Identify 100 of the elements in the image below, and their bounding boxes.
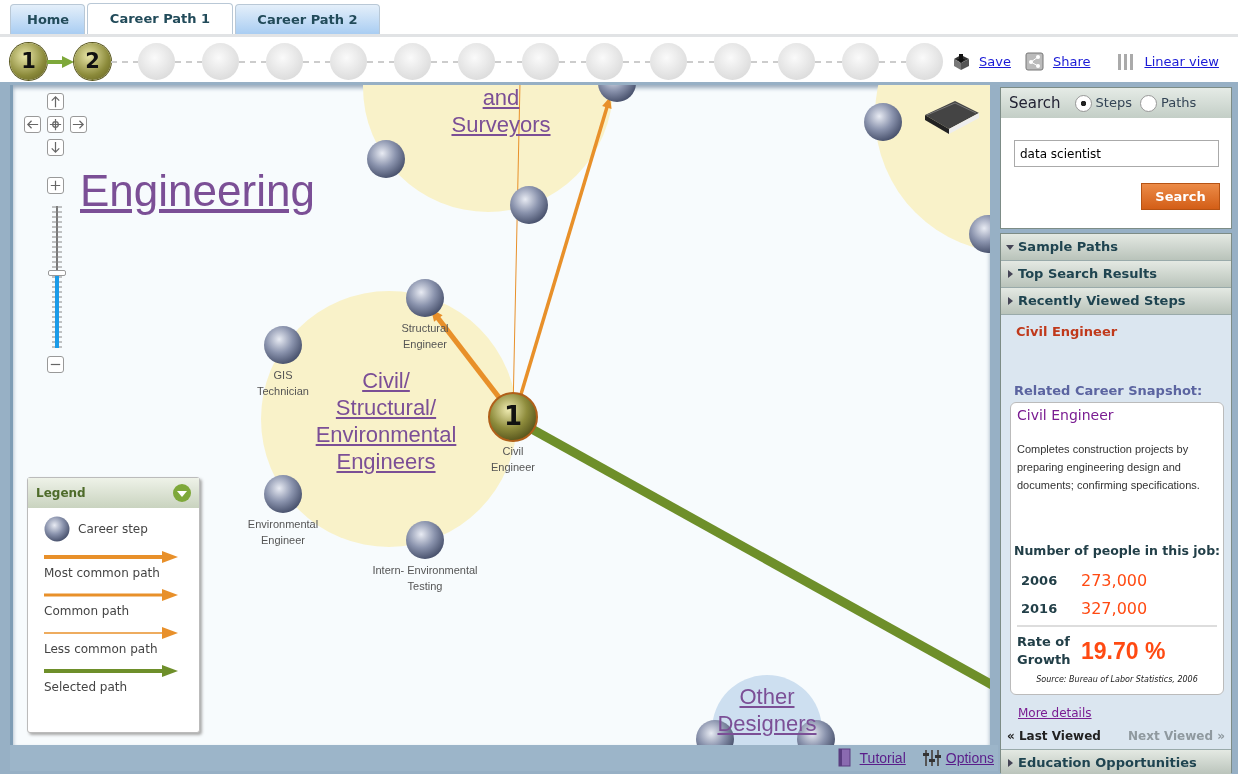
- radio-label: Paths: [1160, 94, 1197, 113]
- dashed-connector: [751, 59, 778, 64]
- dashed-connector: [367, 59, 394, 64]
- cluster-link[interactable]: Other Designers: [717, 683, 817, 737]
- toolbar-link[interactable]: Save: [979, 51, 1011, 72]
- dashed-connector: [879, 59, 906, 64]
- empty-step-marker[interactable]: [330, 43, 367, 80]
- empty-step-marker[interactable]: [650, 43, 687, 80]
- dashed-connector: [111, 59, 138, 64]
- career-step-node[interactable]: [264, 475, 302, 513]
- snapshot-description: Completes construction projects by preparing engineering design and documents; confirming specifications.: [1017, 442, 1201, 493]
- empty-step-marker[interactable]: [842, 43, 879, 80]
- legend-label: Common path: [44, 603, 131, 620]
- box-icon: [951, 51, 971, 72]
- tab[interactable]: Home: [10, 4, 85, 34]
- pan-center-button[interactable]: [47, 116, 64, 133]
- dashed-connector: [431, 59, 458, 64]
- pan-up-button[interactable]: [47, 93, 64, 110]
- pan-right-button[interactable]: [70, 116, 87, 133]
- accordion-header[interactable]: Sample Paths: [1001, 234, 1231, 261]
- cluster-link[interactable]: and Surveyors: [451, 85, 551, 138]
- caret-icon: [1005, 269, 1015, 279]
- radio-button[interactable]: [1139, 94, 1157, 112]
- tab[interactable]: Career Path 1: [87, 3, 233, 34]
- dashed-connector: [815, 59, 842, 64]
- search-title: Search: [1009, 92, 1061, 114]
- dashed-connector: [495, 59, 522, 64]
- zoom-out-button[interactable]: [47, 356, 64, 373]
- step-marker[interactable]: 1: [10, 43, 47, 80]
- accordion-header[interactable]: Top Search Results: [1001, 261, 1231, 288]
- dashed-connector: [303, 59, 330, 64]
- empty-step-marker[interactable]: [138, 43, 175, 80]
- legend-label: Career step: [78, 521, 148, 538]
- current-step-node[interactable]: [488, 392, 538, 442]
- map-canvas[interactable]: [10, 85, 990, 745]
- empty-step-marker[interactable]: [394, 43, 431, 80]
- empty-step-marker[interactable]: [266, 43, 303, 80]
- growth-value: 19.70 %: [1081, 636, 1166, 666]
- empty-step-marker[interactable]: [458, 43, 495, 80]
- cluster-link[interactable]: Civil/ Structural/ Environmental Engineers: [315, 367, 457, 475]
- empty-step-marker[interactable]: [202, 43, 239, 80]
- pan-down-button[interactable]: [47, 139, 64, 156]
- legend-label: Less common path: [44, 641, 159, 658]
- zoom-in-button[interactable]: [47, 177, 64, 194]
- dashed-connector: [239, 59, 266, 64]
- career-step-node[interactable]: [598, 85, 636, 102]
- career-step-node[interactable]: [864, 103, 902, 141]
- radio-label: Steps: [1095, 94, 1132, 113]
- footer-link[interactable]: Tutorial: [859, 747, 906, 769]
- radio-button[interactable]: [1074, 94, 1092, 112]
- pan-center-icon: [48, 117, 63, 132]
- people-heading: Number of people in this job:: [1014, 542, 1221, 560]
- dashed-connector: [175, 59, 202, 64]
- tab[interactable]: Career Path 2: [235, 4, 380, 34]
- growth-label: Rate of Growth: [1017, 632, 1072, 669]
- career-step-node[interactable]: [406, 521, 444, 559]
- dashed-connector: [687, 59, 714, 64]
- empty-step-marker[interactable]: [522, 43, 559, 80]
- node-label: GIS Technician: [256, 368, 310, 399]
- legend-label: Most common path: [44, 565, 161, 582]
- year-label: 2016: [1020, 600, 1059, 618]
- node-label: Intern- Environmental Testing: [371, 563, 479, 594]
- career-step-icon: [44, 516, 70, 542]
- year-label: 2006: [1020, 572, 1059, 590]
- legend-label: Selected path: [44, 679, 129, 696]
- career-step-node[interactable]: [406, 279, 444, 317]
- slider-thumb[interactable]: [48, 269, 66, 276]
- empty-step-marker[interactable]: [714, 43, 751, 80]
- legend-title: Legend: [36, 485, 86, 502]
- snapshot-heading: Related Career Snapshot:: [1014, 381, 1204, 400]
- dashed-connector: [623, 59, 650, 64]
- dashed-connector: [559, 59, 586, 64]
- collapse-toggle-icon: [173, 484, 191, 502]
- toolbar-link[interactable]: Linear view: [1144, 51, 1219, 72]
- last-viewed-link[interactable]: « Last Viewed: [1007, 727, 1101, 745]
- search-field[interactable]: data scientist: [1014, 140, 1219, 167]
- source-note: Source: Bureau of Labor Statistics, 2006: [1035, 673, 1199, 686]
- people-count: 327,000: [1081, 597, 1148, 620]
- zoom-slider[interactable]: [49, 204, 67, 350]
- empty-step-marker[interactable]: [586, 43, 623, 80]
- recent-step-link[interactable]: Civil Engineer: [1016, 322, 1231, 342]
- career-step-node[interactable]: [510, 186, 548, 224]
- pan-left-button[interactable]: [24, 116, 41, 133]
- empty-step-marker[interactable]: [906, 43, 943, 80]
- category-title-link[interactable]: Engineering: [80, 165, 315, 217]
- node-label: Civil Engineer: [489, 444, 536, 475]
- share-icon: [1024, 51, 1045, 72]
- toolbar-link[interactable]: Share: [1052, 51, 1091, 72]
- footer-link[interactable]: Options: [945, 747, 994, 769]
- step-marker[interactable]: 2: [74, 43, 111, 80]
- caret-icon: [1005, 296, 1015, 306]
- accordion-header[interactable]: Education Opportunities: [1001, 749, 1231, 774]
- empty-step-marker[interactable]: [778, 43, 815, 80]
- snapshot-title: Civil Engineer: [1017, 406, 1115, 425]
- caret-icon: [1005, 757, 1015, 768]
- career-step-node[interactable]: [969, 215, 990, 253]
- career-step-node[interactable]: [367, 140, 405, 178]
- accordion-header[interactable]: Recently Viewed Steps: [1001, 288, 1231, 315]
- more-details-link[interactable]: More details: [1018, 704, 1092, 722]
- career-step-node[interactable]: [264, 326, 302, 364]
